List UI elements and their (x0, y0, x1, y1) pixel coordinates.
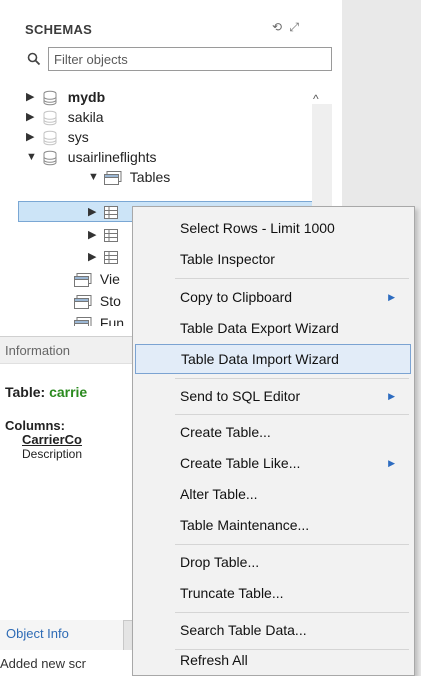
menu-item-table-maintenance[interactable]: Table Maintenance... (135, 510, 411, 540)
database-icon (43, 110, 57, 126)
tree-item-label: sakila (67, 109, 104, 125)
menu-item-create-table[interactable]: Create Table... (135, 417, 411, 447)
submenu-arrow-icon: ▶ (388, 391, 395, 401)
expand-arrow-icon[interactable]: ▶ (26, 88, 38, 107)
menu-item-label: Table Data Import Wizard (181, 351, 339, 367)
tree-item-label: usairlineflights (67, 149, 157, 165)
info-column-description: Description (22, 447, 83, 461)
menu-item-drop-table[interactable]: Drop Table... (135, 547, 411, 577)
expand-arrow-icon[interactable]: ▶ (88, 203, 100, 222)
menu-item-search-table-data[interactable]: Search Table Data... (135, 615, 411, 645)
status-message: Added new scr (0, 656, 86, 671)
menu-item-label: Search Table Data... (180, 622, 307, 638)
menu-item-refresh-all[interactable]: Refresh All (135, 645, 411, 675)
menu-item-create-table-like[interactable]: Create Table Like... ▶ (135, 448, 411, 478)
tree-item-label: sys (67, 129, 89, 145)
info-table-prefix: Table: (5, 384, 50, 400)
menu-item-label: Alter Table... (180, 486, 258, 502)
schemas-title: SCHEMAS (25, 22, 93, 37)
tree-item-label: Tables (129, 169, 171, 185)
submenu-arrow-icon: ▶ (388, 292, 395, 302)
tree-item-sys[interactable]: ▶ sys (26, 128, 89, 147)
menu-item-send-to-sql-editor[interactable]: Send to SQL Editor ▶ (135, 381, 411, 411)
menu-item-alter-table[interactable]: Alter Table... (135, 479, 411, 509)
menu-item-import-wizard[interactable]: Table Data Import Wizard (135, 344, 411, 374)
expand-arrow-icon[interactable]: ▶ (26, 128, 38, 147)
info-column-name: CarrierCo (22, 432, 82, 447)
filter-objects-field[interactable] (48, 47, 332, 71)
menu-item-label: Create Table... (180, 424, 271, 440)
menu-item-label: Send to SQL Editor (180, 388, 301, 404)
menu-item-export-wizard[interactable]: Table Data Export Wizard (135, 313, 411, 343)
menu-item-label: Truncate Table... (180, 585, 284, 601)
context-menu: Select Rows - Limit 1000 Table Inspector… (132, 206, 415, 676)
refresh-icon[interactable]: ⟲ (272, 20, 282, 34)
menu-item-label: Create Table Like... (180, 455, 301, 471)
menu-item-label: Drop Table... (180, 554, 260, 570)
info-table-line: Table: carrie (5, 384, 87, 400)
menu-separator (175, 378, 409, 379)
expand-arrow-icon[interactable]: ▶ (88, 226, 100, 245)
expand-arrow-icon[interactable]: ▶ (26, 108, 38, 127)
menu-item-select-rows[interactable]: Select Rows - Limit 1000 (135, 213, 411, 243)
functions-folder-icon (74, 317, 92, 326)
tree-item-table[interactable]: ▶ (88, 226, 118, 245)
tab-object-info[interactable]: Object Info (0, 620, 124, 650)
tree-item-stored-procedures[interactable]: Sto (74, 292, 121, 311)
search-icon (27, 52, 41, 66)
tree-item-sakila[interactable]: ▶ sakila (26, 108, 104, 127)
menu-separator (175, 612, 409, 613)
menu-item-table-inspector[interactable]: Table Inspector (135, 244, 411, 274)
menu-item-label: Copy to Clipboard (180, 289, 293, 305)
menu-item-label: Table Maintenance... (180, 517, 310, 533)
expand-arrow-icon[interactable]: ▶ (88, 248, 100, 267)
tree-item-table[interactable]: ▶ (88, 248, 118, 267)
tree-item-label: mydb (67, 89, 106, 105)
tree-item-views[interactable]: Vie (74, 270, 120, 289)
tree-item-label: Fun (99, 315, 125, 326)
info-columns-label: Columns: (5, 418, 65, 433)
menu-item-label: Select Rows - Limit 1000 (180, 220, 335, 236)
menu-item-label: Table Inspector (180, 251, 275, 267)
menu-item-label: Refresh All (180, 652, 248, 668)
scroll-up-arrow-icon[interactable]: ^ (313, 92, 319, 106)
tree-item-tables[interactable]: ▼ Tables (88, 168, 170, 187)
table-icon (103, 229, 118, 242)
information-header-label: Information (5, 343, 71, 358)
tree-item-functions[interactable]: Fun (74, 314, 124, 326)
expand-icon[interactable]: ⤢ (289, 20, 299, 34)
procedures-folder-icon (74, 295, 92, 309)
database-icon (43, 150, 57, 166)
tree-item-mydb[interactable]: ▶ mydb (26, 88, 105, 107)
menu-separator (175, 414, 409, 415)
tree-item-usairlineflights[interactable]: ▼ usairlineflights (26, 148, 157, 167)
tables-folder-icon (103, 171, 122, 185)
database-icon (43, 130, 57, 146)
tree-item-table[interactable]: ▶ (88, 203, 118, 222)
schemas-header-icons: ⟲ ⤢ (272, 20, 299, 35)
menu-item-truncate-table[interactable]: Truncate Table... (135, 578, 411, 608)
filter-objects-input[interactable] (49, 48, 331, 70)
table-icon (103, 206, 118, 219)
views-folder-icon (74, 273, 92, 287)
tree-item-label: Vie (99, 271, 120, 287)
info-table-name: carrie (49, 384, 88, 400)
collapse-arrow-icon[interactable]: ▼ (26, 148, 38, 167)
tree-item-label: Sto (99, 293, 121, 309)
database-icon (43, 90, 57, 106)
collapse-arrow-icon[interactable]: ▼ (88, 168, 100, 187)
submenu-arrow-icon: ▶ (388, 458, 395, 468)
table-icon (103, 251, 118, 264)
menu-separator (175, 544, 409, 545)
menu-item-copy-to-clipboard[interactable]: Copy to Clipboard ▶ (135, 282, 411, 312)
menu-separator (175, 278, 409, 279)
menu-item-label: Table Data Export Wizard (180, 320, 339, 336)
